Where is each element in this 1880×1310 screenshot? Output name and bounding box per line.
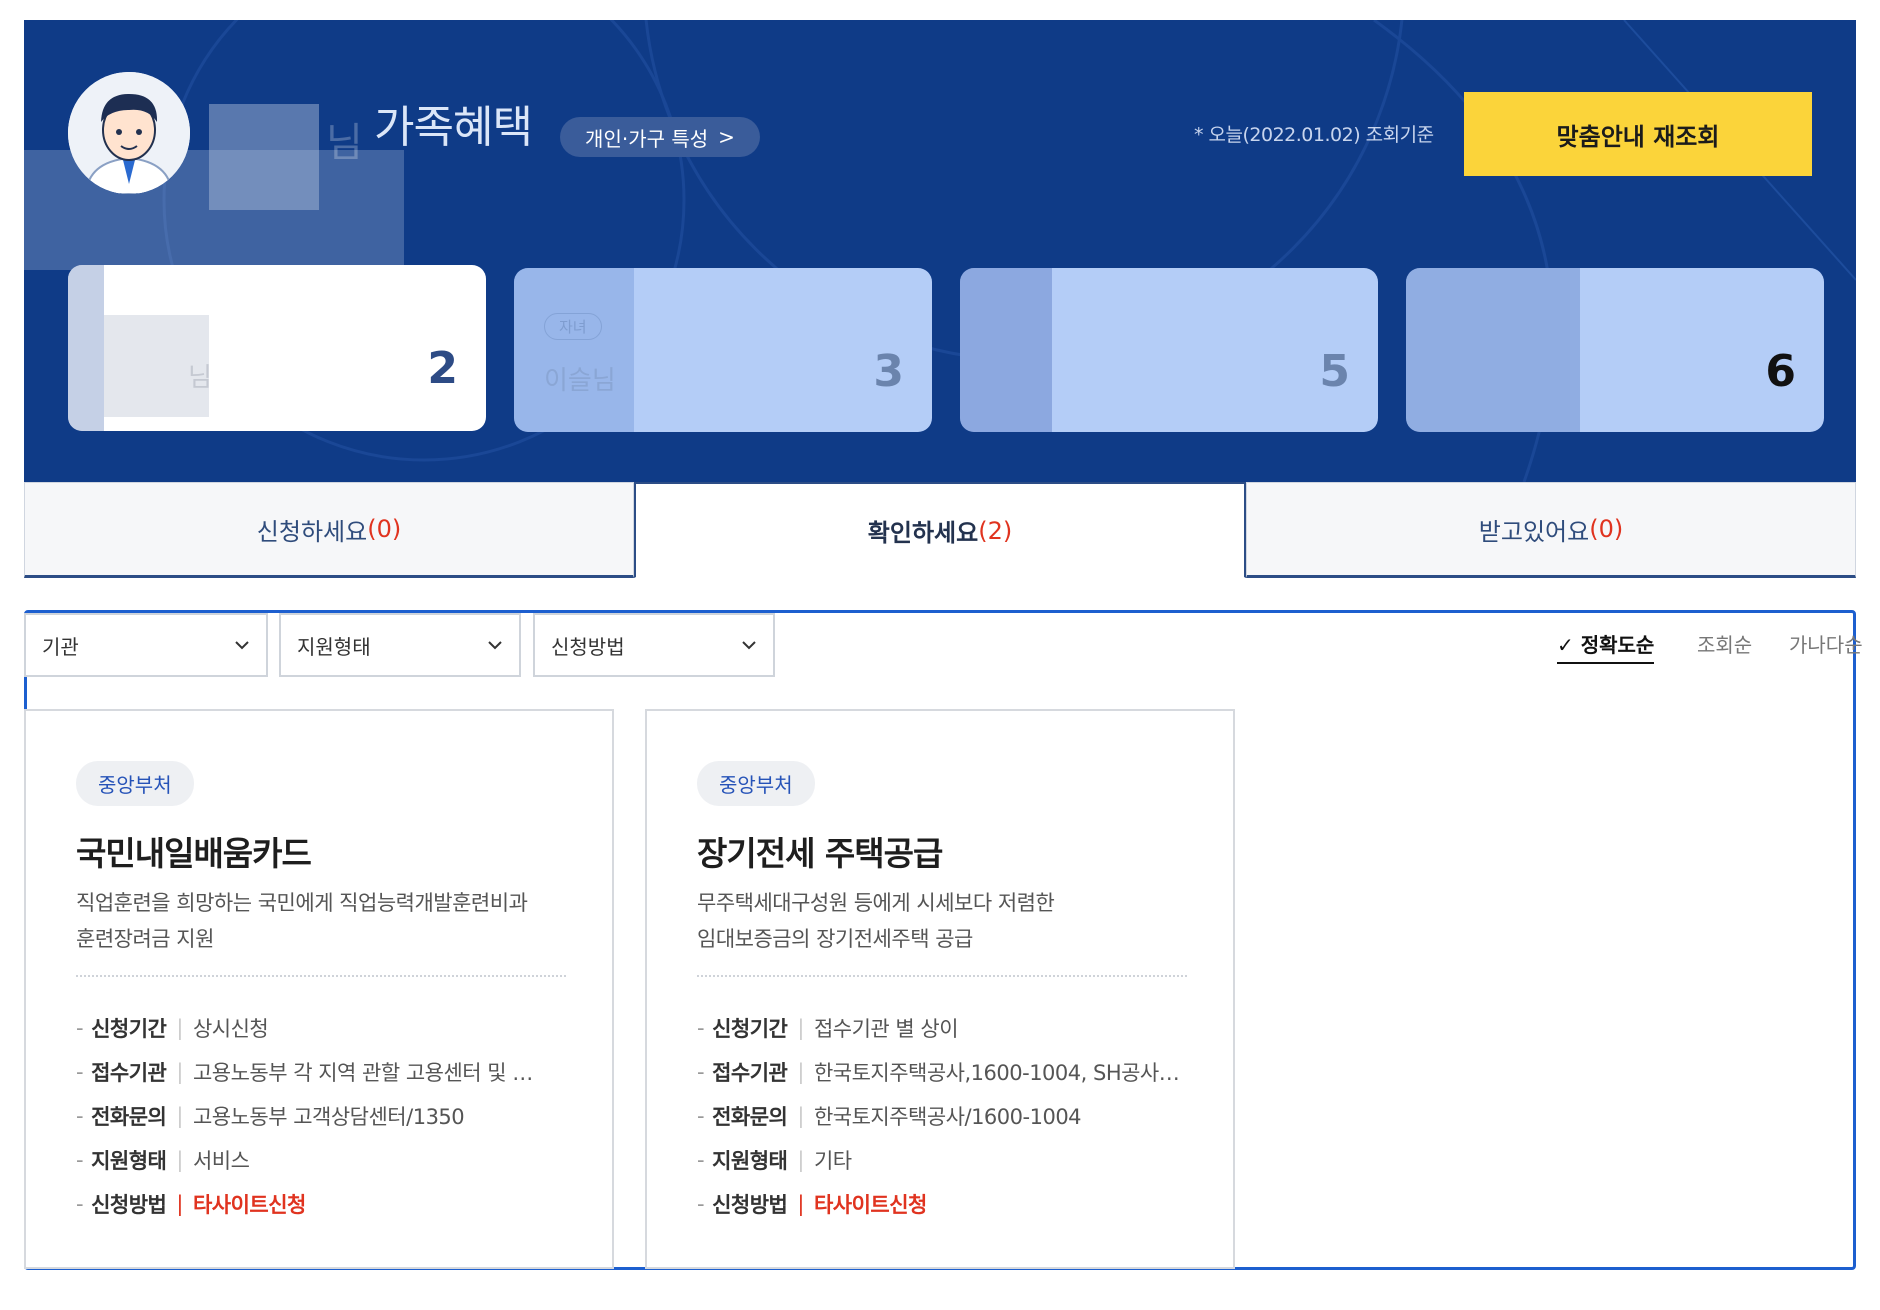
category-badge: 중앙부처: [76, 761, 194, 806]
row-key: 지원형태: [712, 1149, 788, 1173]
family-benefit-hero: 님 가족혜택 개인·가구 특성 > * 오늘(2022.01.02) 조회기준 …: [24, 20, 1856, 482]
support-type-row: - 지원형태 | 기타: [697, 1145, 852, 1175]
privacy-blur: [68, 265, 104, 431]
family-member-card[interactable]: 5: [960, 268, 1378, 432]
benefit-card[interactable]: 중앙부처 장기전세 주택공급 무주택세대구성원 등에게 시세보다 저렴한 임대보…: [645, 709, 1235, 1269]
privacy-blur: [514, 268, 634, 432]
row-value: 한국토지주택공사,1600-1004, SH공사…: [813, 1061, 1180, 1085]
tab-label: 받고있어요: [1478, 517, 1590, 546]
chevron-right-icon: >: [718, 125, 735, 149]
name-blur: [209, 104, 319, 210]
divider: [697, 975, 1187, 977]
benefit-description-line: 직업훈련을 희망하는 국민에게 직업능력개발훈련비과: [76, 891, 528, 915]
chevron-down-icon: [488, 641, 502, 650]
phone-row: - 전화문의 | 고용노동부 고객상담센터/1350: [76, 1101, 465, 1131]
agency-filter[interactable]: 기관: [24, 613, 268, 677]
tab-label: 확인하세요: [867, 519, 979, 547]
tab-check[interactable]: 확인하세요 (2): [634, 482, 1246, 578]
external-apply-link[interactable]: 타사이트신청: [193, 1189, 306, 1219]
tab-count: (2): [978, 516, 1013, 545]
agency-filter-label: 기관: [42, 634, 79, 659]
benefit-title: 국민내일배움카드: [76, 834, 312, 873]
member-name: 님: [188, 363, 212, 393]
family-member-card[interactable]: 님 2: [68, 265, 486, 431]
apply-method-row: - 신청방법 | 타사이트신청: [697, 1189, 927, 1219]
row-key: 신청기간: [712, 1017, 788, 1041]
member-benefit-count: 3: [873, 346, 904, 397]
tab-label: 신청하세요: [256, 517, 368, 546]
user-avatar-icon: [68, 72, 190, 194]
sort-accuracy-label: 정확도순: [1580, 633, 1655, 657]
row-value: 고용노동부 고객상담센터/1350: [192, 1105, 465, 1129]
row-key: 접수기관: [91, 1061, 167, 1085]
characteristics-label: 개인·가구 특성: [585, 126, 709, 151]
row-value: 서비스: [192, 1149, 250, 1173]
agency-row: - 접수기관 | 한국토지주택공사,1600-1004, SH공사…: [697, 1057, 1180, 1087]
apply-method-row: - 신청방법 | 타사이트신청: [76, 1189, 306, 1219]
support-type-filter[interactable]: 지원형태: [279, 613, 521, 677]
support-type-filter-label: 지원형태: [297, 634, 371, 659]
tab-count: (0): [1589, 515, 1624, 543]
tab-apply[interactable]: 신청하세요 (0): [24, 482, 634, 578]
row-value: 기타: [813, 1149, 852, 1173]
chevron-down-icon: [235, 641, 249, 650]
family-member-card[interactable]: 자녀 이슬님 3: [514, 268, 932, 432]
row-key: 신청방법: [712, 1193, 788, 1217]
sort-views[interactable]: 조회순: [1697, 629, 1752, 658]
tab-receiving[interactable]: 받고있어요 (0): [1246, 482, 1856, 578]
member-benefit-count: 5: [1319, 346, 1350, 397]
privacy-blur: [1406, 268, 1580, 432]
row-key: 지원형태: [91, 1149, 167, 1173]
support-type-row: - 지원형태 | 서비스: [76, 1145, 250, 1175]
row-key: 전화문의: [712, 1105, 788, 1129]
sort-accuracy[interactable]: ✓ 정확도순: [1557, 629, 1655, 664]
row-value: 한국토지주택공사/1600-1004: [813, 1105, 1082, 1129]
benefit-description-line: 무주택세대구성원 등에게 시세보다 저렴한: [697, 891, 1055, 915]
benefit-status-tabs: 신청하세요 (0) 확인하세요 (2) 받고있어요 (0): [24, 482, 1856, 578]
sort-alphabetical[interactable]: 가나다순: [1789, 629, 1863, 658]
row-key: 신청기간: [91, 1017, 167, 1041]
chevron-down-icon: [742, 641, 756, 650]
tab-count: (0): [367, 515, 402, 543]
phone-row: - 전화문의 | 한국토지주택공사/1600-1004: [697, 1101, 1082, 1131]
benefit-card[interactable]: 중앙부처 국민내일배움카드 직업훈련을 희망하는 국민에게 직업능력개발훈련비과…: [24, 709, 614, 1269]
row-key: 전화문의: [91, 1105, 167, 1129]
member-benefit-count: 6: [1765, 346, 1796, 397]
row-value: 고용노동부 각 지역 관할 고용센터 및 …: [192, 1061, 533, 1085]
date-note: * 오늘(2022.01.02) 조회기준: [1194, 124, 1434, 146]
check-icon: ✓: [1557, 633, 1574, 657]
apply-method-filter[interactable]: 신청방법: [533, 613, 775, 677]
divider: [76, 975, 566, 977]
apply-method-filter-label: 신청방법: [551, 634, 625, 659]
agency-row: - 접수기관 | 고용노동부 각 지역 관할 고용센터 및 …: [76, 1057, 533, 1087]
benefit-results-panel: 기관 지원형태 신청방법 ✓ 정확도순 조회순 가나다순 중앙부처 국민내일배움…: [24, 610, 1863, 1270]
row-value: 접수기관 별 상이: [813, 1017, 959, 1041]
row-key: 접수기관: [712, 1061, 788, 1085]
apply-period-row: - 신청기간 | 접수기관 별 상이: [697, 1013, 959, 1043]
characteristics-button[interactable]: 개인·가구 특성 >: [560, 117, 760, 157]
member-benefit-count: 2: [427, 343, 458, 394]
external-apply-link[interactable]: 타사이트신청: [814, 1189, 927, 1219]
category-badge: 중앙부처: [697, 761, 815, 806]
row-value: 상시신청: [192, 1017, 269, 1041]
family-member-card[interactable]: 6: [1406, 268, 1824, 432]
user-name-suffix: 님: [326, 120, 363, 166]
row-key: 신청방법: [91, 1193, 167, 1217]
privacy-blur: [960, 268, 1052, 432]
page-title: 가족혜택: [374, 102, 533, 153]
benefit-title: 장기전세 주택공급: [697, 834, 943, 873]
apply-period-row: - 신청기간 | 상시신청: [76, 1013, 269, 1043]
benefit-description: 직업훈련을 희망하는 국민에게 직업능력개발훈련비과 훈련장려금 지원: [76, 885, 576, 957]
benefit-description: 무주택세대구성원 등에게 시세보다 저렴한 임대보증금의 장기전세주택 공급: [697, 885, 1197, 957]
refresh-button[interactable]: 맞춤안내 재조회: [1464, 92, 1812, 176]
benefit-description-line: 훈련장려금 지원: [76, 927, 214, 951]
benefit-description-line: 임대보증금의 장기전세주택 공급: [697, 927, 973, 951]
